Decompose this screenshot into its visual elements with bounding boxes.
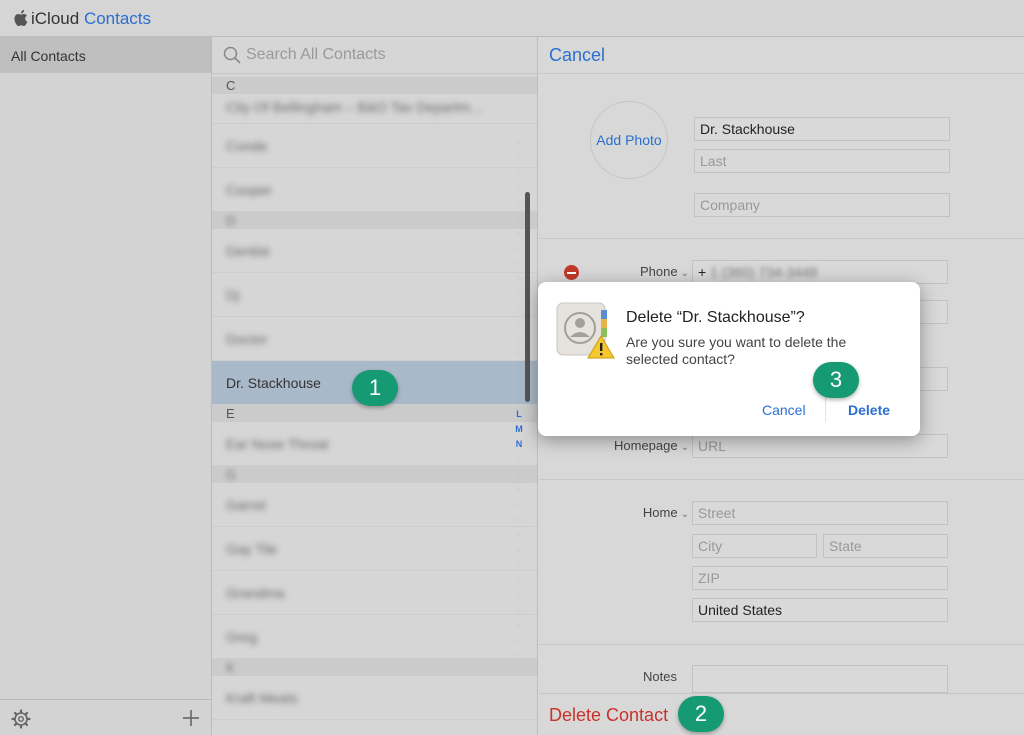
- step-badge-2: 2: [678, 696, 724, 732]
- notes-label: Notes: [643, 669, 677, 684]
- home-address-label[interactable]: Home ⌄: [599, 505, 689, 520]
- country-field[interactable]: United States: [692, 598, 948, 622]
- state-field[interactable]: State: [823, 534, 948, 558]
- sidebar-item-label: All Contacts: [11, 48, 86, 64]
- dialog-delete-button[interactable]: Delete: [848, 402, 890, 418]
- company-field[interactable]: Company: [694, 193, 950, 217]
- contacts-warning-icon: [556, 302, 615, 359]
- chevron-down-icon: ⌄: [680, 509, 689, 520]
- index-letter-l[interactable]: L: [512, 407, 526, 422]
- app-title: iCloud Contacts: [31, 9, 151, 29]
- list-item[interactable]: Dentist: [212, 229, 537, 273]
- list-item[interactable]: Garret: [212, 483, 537, 527]
- gear-icon[interactable]: [11, 709, 31, 729]
- cancel-edit-button[interactable]: Cancel: [549, 45, 605, 66]
- add-photo-label: Add Photo: [596, 132, 662, 148]
- list-item[interactable]: City Of Bellingham – B&O Tax Departm...: [212, 94, 537, 124]
- remove-phone-icon[interactable]: [564, 265, 579, 280]
- dialog-message: Are you sure you want to delete the sele…: [626, 334, 847, 367]
- detail-toolbar: Cancel: [539, 37, 1024, 74]
- notes-field[interactable]: [692, 665, 948, 693]
- list-item[interactable]: Greg: [212, 615, 537, 659]
- groups-sidebar: All Contacts: [0, 37, 212, 735]
- alphabet-index[interactable]: · · · · · · · · · · · · · · · · · · L M N · · · · · · · · ·…: [512, 135, 526, 663]
- chevron-down-icon: ⌄: [680, 442, 689, 453]
- step-badge-1: 1: [352, 370, 398, 406]
- apple-logo-icon: [14, 9, 28, 26]
- add-contact-icon[interactable]: [181, 708, 201, 728]
- last-name-field[interactable]: Last: [694, 149, 950, 173]
- list-item[interactable]: Kraft Meats: [212, 676, 537, 720]
- section-header-e: E: [212, 405, 537, 422]
- section-header-d: D: [212, 212, 537, 229]
- detail-footer: Delete Contact: [539, 693, 1024, 735]
- sidebar-footer: [0, 699, 212, 735]
- add-photo-button[interactable]: Add Photo: [590, 101, 668, 179]
- search-bar: [212, 37, 537, 74]
- index-letter-m[interactable]: M: [512, 422, 526, 437]
- search-input[interactable]: [246, 44, 526, 66]
- divider: [539, 238, 1024, 239]
- list-item[interactable]: Doctor: [212, 317, 537, 361]
- homepage-label[interactable]: Homepage ⌄: [599, 438, 689, 453]
- city-field[interactable]: City: [692, 534, 817, 558]
- search-icon: [223, 46, 241, 64]
- list-item[interactable]: Cooper: [212, 168, 537, 212]
- title-bar: iCloud Contacts: [0, 0, 1024, 37]
- section-header-c: C: [212, 77, 537, 94]
- phone-prefix: +: [698, 264, 707, 280]
- dialog-title: Delete “Dr. Stackhouse”?: [626, 309, 805, 326]
- delete-confirmation-dialog: Delete “Dr. Stackhouse”? Are you sure yo…: [538, 282, 920, 436]
- section-header-g: G: [212, 466, 537, 483]
- phone-label[interactable]: Phone ⌄: [599, 264, 689, 279]
- url-field[interactable]: URL: [692, 434, 948, 458]
- selected-contact-name: Dr. Stackhouse: [226, 375, 321, 391]
- index-letter-n[interactable]: N: [512, 437, 526, 452]
- chevron-down-icon: ⌄: [680, 268, 689, 279]
- street-field[interactable]: Street: [692, 501, 948, 525]
- list-scrollbar[interactable]: [525, 192, 530, 402]
- delete-contact-button[interactable]: Delete Contact: [549, 705, 668, 726]
- app-section-title: Contacts: [83, 9, 152, 28]
- list-item[interactable]: Conde: [212, 124, 537, 168]
- app-brand: iCloud: [31, 9, 80, 28]
- dialog-button-divider: [825, 396, 826, 422]
- list-item[interactable]: Gay Tile: [212, 527, 537, 571]
- section-header-k: K: [212, 659, 537, 676]
- divider: [539, 479, 1024, 480]
- phone-field[interactable]: + 1 (360) 734-3448: [692, 260, 948, 284]
- sidebar-item-all-contacts[interactable]: All Contacts: [0, 37, 211, 73]
- zip-field[interactable]: ZIP: [692, 566, 948, 590]
- phone-value: 1 (360) 734-3448: [710, 264, 818, 280]
- step-badge-3: 3: [813, 362, 859, 398]
- list-item[interactable]: Grandma: [212, 571, 537, 615]
- dialog-cancel-button[interactable]: Cancel: [762, 402, 806, 418]
- list-item[interactable]: Dj: [212, 273, 537, 317]
- list-item[interactable]: Ear Nose Throat: [212, 422, 537, 466]
- first-name-field[interactable]: Dr. Stackhouse: [694, 117, 950, 141]
- divider: [539, 644, 1024, 645]
